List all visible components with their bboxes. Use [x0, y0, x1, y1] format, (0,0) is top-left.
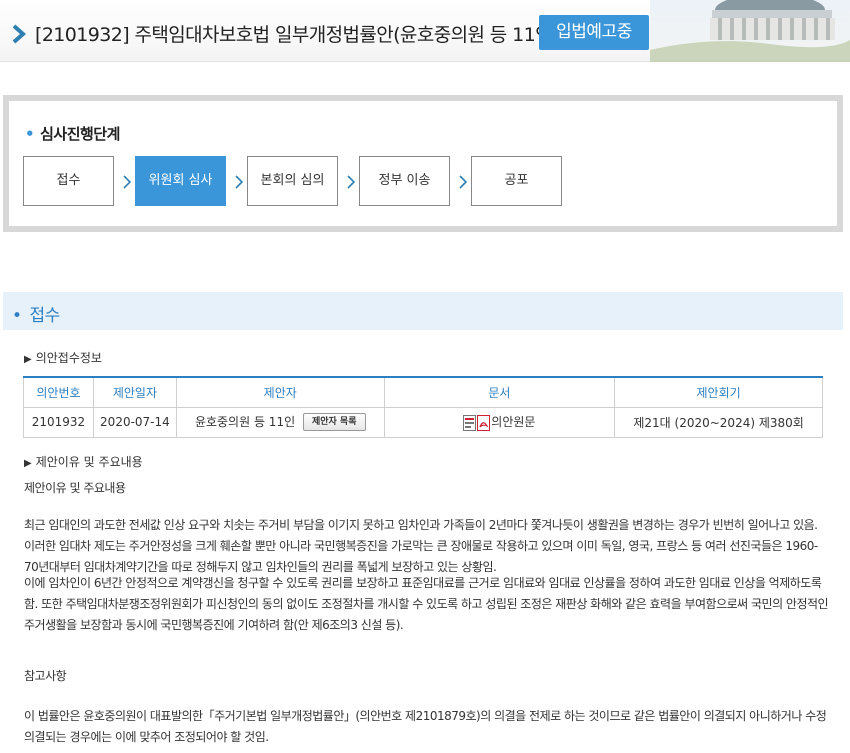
reference-title: 참고사항 — [24, 669, 67, 683]
bullet-icon: • — [25, 125, 35, 143]
proposal-date-cell: 2020-07-14 — [92, 406, 177, 438]
step-promulgation[interactable]: 공포 — [471, 156, 562, 206]
page-header: [2101932] 주택임대차보호법 일부개정법률안(윤호중의원 등 11인) … — [0, 0, 850, 62]
column-header: 제안자 — [175, 377, 385, 408]
review-stage-title: • 심사진행단계 — [25, 125, 120, 143]
step-received[interactable]: 접수 — [23, 156, 114, 206]
chevron-right-icon — [123, 175, 131, 189]
chevron-right-icon — [12, 24, 26, 44]
proposer-cell: 윤호중의원 등 11인 제안자 목록 — [175, 406, 385, 438]
bill-number-cell: 2101932 — [23, 406, 94, 438]
column-header: 의안번호 — [23, 377, 94, 408]
column-header: 제안회기 — [614, 377, 823, 408]
chevron-right-icon — [459, 175, 467, 189]
step-plenary[interactable]: 본회의 심의 — [247, 156, 338, 206]
receipt-table: 의안번호 제안일자 제안자 문서 제안회기 2101932 2020-07-14… — [23, 376, 823, 438]
pdf-file-icon[interactable] — [477, 414, 491, 431]
table-row: 2101932 2020-07-14 윤호중의원 등 11인 제안자 목록 의안… — [23, 406, 823, 438]
reason-paragraph-1: 최근 임대인의 과도한 전세값 인상 요구와 치솟는 주거비 부담을 이기지 못… — [24, 518, 818, 574]
proposer-text: 윤호중의원 등 11인 — [194, 414, 296, 429]
status-badge: 입법예고중 — [539, 15, 649, 50]
chevron-right-icon — [235, 175, 243, 189]
section-header: • 접수 — [3, 292, 843, 330]
review-stage-box: • 심사진행단계 접수 위원회 심사 본회의 심의 정부 이송 공포 — [3, 95, 843, 232]
session-cell: 제21대 (2020~2024) 제380회 — [614, 406, 823, 438]
triangle-icon: ▶ — [24, 458, 32, 469]
triangle-icon: ▶ — [24, 354, 32, 365]
document-link[interactable]: 의안원문 — [491, 415, 535, 429]
column-header: 문서 — [383, 377, 616, 408]
table-header-row: 의안번호 제안일자 제안자 문서 제안회기 — [23, 377, 823, 408]
column-header: 제안일자 — [92, 377, 177, 408]
reason-heading: ▶ 제안이유 및 주요내용 — [24, 455, 143, 469]
document-cell: 의안원문 — [383, 406, 616, 438]
step-committee-review[interactable]: 위원회 심사 — [135, 156, 226, 206]
reason-paragraph-2: 이에 임차인이 6년간 안정적으로 계약갱신을 청구할 수 있도록 권리를 보장… — [24, 576, 829, 632]
section-title: • 접수 — [12, 306, 60, 326]
reason-subtitle: 제안이유 및 주요내용 — [24, 481, 126, 495]
step-government-transfer[interactable]: 정부 이송 — [359, 156, 450, 206]
bill-title: [2101932] 주택임대차보호법 일부개정법률안(윤호중의원 등 11인) — [35, 24, 559, 46]
assembly-building-image — [650, 0, 850, 62]
proposer-list-button[interactable]: 제안자 목록 — [302, 413, 366, 432]
receipt-info-heading: ▶ 의안접수정보 — [24, 351, 102, 365]
chevron-right-icon — [347, 175, 355, 189]
reference-text: 이 법률안은 윤호중의원이 대표발의한「주거기본법 일부개정법률안」(의안번호 … — [24, 709, 827, 744]
bullet-icon: • — [12, 306, 22, 326]
hwp-file-icon[interactable] — [463, 414, 477, 431]
